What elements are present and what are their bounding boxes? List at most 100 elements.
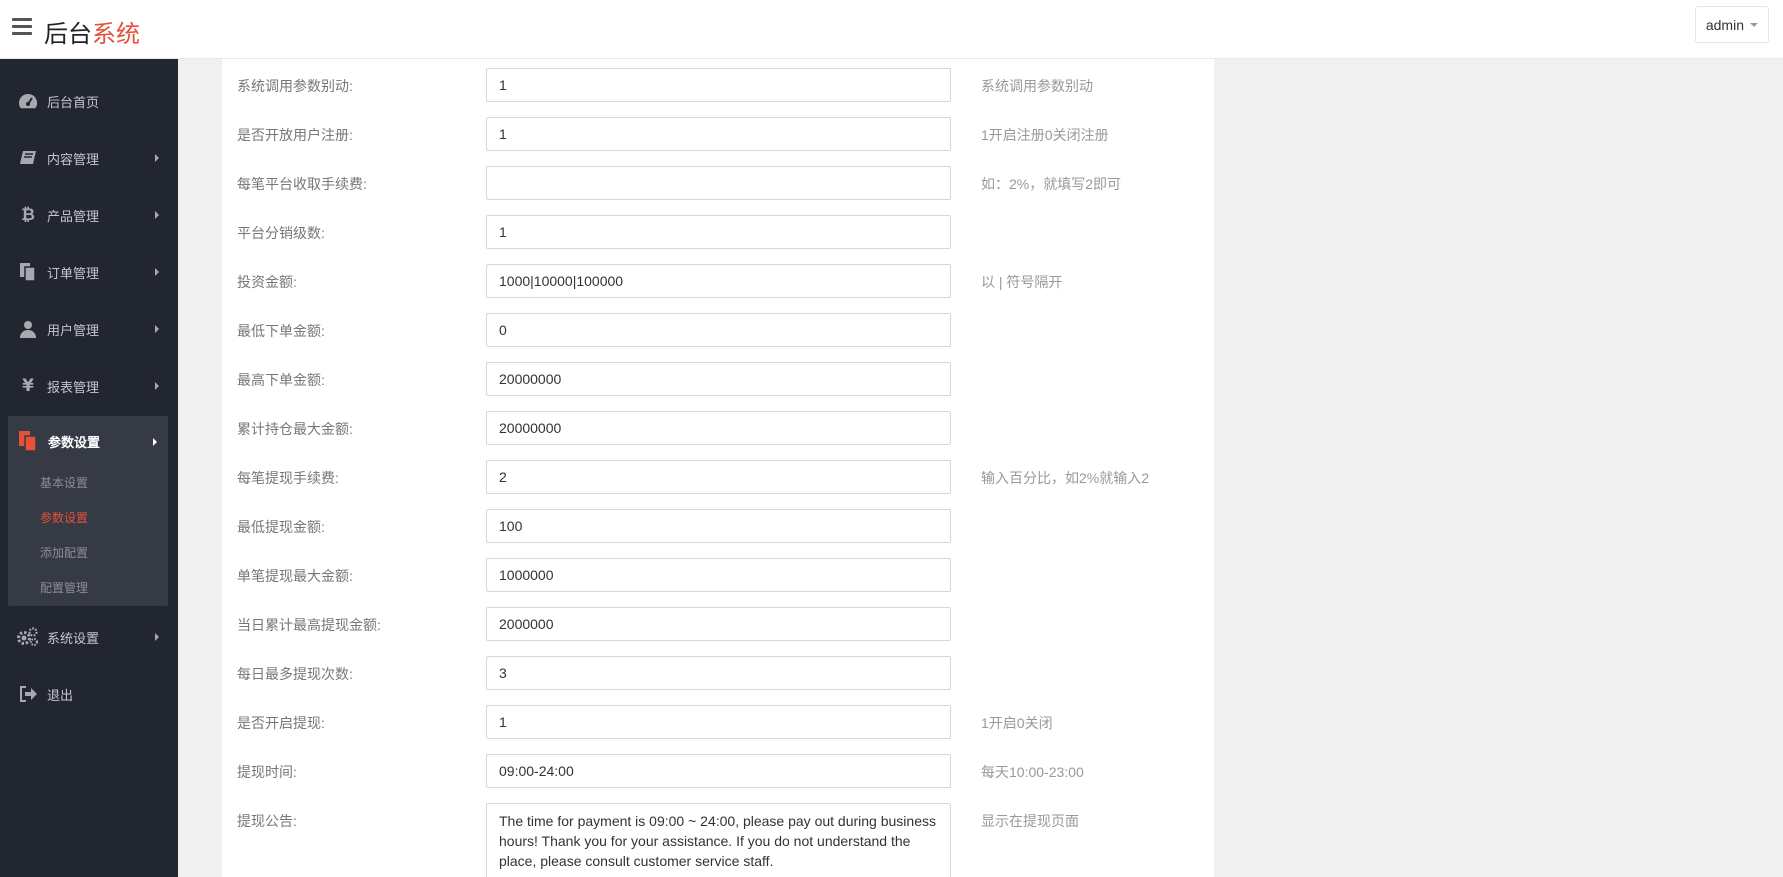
sidebar-item-label: 系统设置 <box>47 630 100 646</box>
form-row: 每日最多提现次数: <box>222 656 1214 690</box>
field-hint: 1开启0关闭 <box>981 715 1053 731</box>
platform-fee-input[interactable] <box>486 166 951 200</box>
field-label: 提现公告: <box>237 813 297 829</box>
sidebar-item-label: 用户管理 <box>47 322 100 338</box>
sidebar-item-system-settings[interactable]: 系统设置 <box>0 612 178 662</box>
field-label: 最低提现金额: <box>237 519 325 535</box>
field-label: 累计持仓最大金额: <box>237 421 353 437</box>
form-row: 最低提现金额: <box>222 509 1214 543</box>
field-hint: 如：2%，就填写2即可 <box>981 176 1122 192</box>
min-order-amount-input[interactable] <box>486 313 951 347</box>
sidebar-subitem-config-management[interactable]: 配置管理 <box>8 571 168 606</box>
chevron-right-icon <box>153 438 157 446</box>
field-label: 提现时间: <box>237 764 297 780</box>
sidebar-item-content[interactable]: 内容管理 <box>0 133 178 183</box>
bitcoin-icon: ₿ <box>21 205 35 225</box>
form-row: 是否开放用户注册: 1开启注册0关闭注册 <box>222 117 1214 151</box>
sidebar-item-label: 订单管理 <box>47 265 100 281</box>
field-label: 是否开放用户注册: <box>237 127 353 143</box>
field-hint: 输入百分比，如2%就输入2 <box>981 470 1150 486</box>
max-position-amount-input[interactable] <box>486 411 951 445</box>
sidebar-group-parameters: 参数设置 基本设置 参数设置 添加配置 配置管理 <box>8 416 168 606</box>
field-label: 系统调用参数别动: <box>237 78 353 94</box>
sidebar-subitem-parameter-settings[interactable]: 参数设置 <box>8 501 168 536</box>
system-param-input[interactable] <box>486 68 951 102</box>
copy-icon <box>17 262 39 282</box>
daily-withdrawal-count-input[interactable] <box>486 656 951 690</box>
field-label: 平台分销级数: <box>237 225 325 241</box>
withdrawal-fee-input[interactable] <box>486 460 951 494</box>
field-hint: 显示在提现页面 <box>981 813 1079 829</box>
open-registration-input[interactable] <box>486 117 951 151</box>
sidebar: 后台首页 内容管理 ₿ 产品管理 订单管理 用户管理 ¥ 报表管理 参数设置 基… <box>0 59 178 877</box>
user-menu-button[interactable]: admin <box>1694 6 1769 43</box>
field-hint: 每天10:00-23:00 <box>981 764 1084 780</box>
chevron-right-icon <box>155 633 159 641</box>
field-label: 投资金额: <box>237 274 297 290</box>
daily-max-withdrawal-input[interactable] <box>486 607 951 641</box>
form-row: 当日累计最高提现金额: <box>222 607 1214 641</box>
field-label: 是否开启提现: <box>237 715 325 731</box>
field-label: 每笔平台收取手续费: <box>237 176 367 192</box>
dashboard-icon <box>17 91 39 111</box>
enable-withdrawal-input[interactable] <box>486 705 951 739</box>
user-icon <box>17 319 39 339</box>
chevron-right-icon <box>155 211 159 219</box>
field-label: 每笔提现手续费: <box>237 470 339 486</box>
menu-icon[interactable] <box>12 18 32 36</box>
min-withdrawal-input[interactable] <box>486 509 951 543</box>
brand-text-primary: 后台 <box>44 20 92 48</box>
chevron-right-icon <box>155 268 159 276</box>
field-hint: 系统调用参数别动 <box>981 78 1093 94</box>
sidebar-item-users[interactable]: 用户管理 <box>0 304 178 354</box>
investment-amount-input[interactable] <box>486 264 951 298</box>
form-row: 平台分销级数: <box>222 215 1214 249</box>
chevron-down-icon <box>1750 22 1758 27</box>
sidebar-item-label: 报表管理 <box>47 379 100 395</box>
sidebar-item-parameters[interactable]: 参数设置 <box>8 416 168 466</box>
cogs-icon <box>17 627 39 647</box>
chevron-right-icon <box>155 154 159 162</box>
field-hint: 1开启注册0关闭注册 <box>981 127 1109 143</box>
max-single-withdrawal-input[interactable] <box>486 558 951 592</box>
sidebar-item-label: 后台首页 <box>47 94 100 110</box>
settings-form-panel: 系统调用参数别动: 系统调用参数别动 是否开放用户注册: 1开启注册0关闭注册 … <box>222 59 1214 877</box>
field-label: 每日最多提现次数: <box>237 666 353 682</box>
sidebar-group-label: 参数设置 <box>48 434 101 450</box>
max-order-amount-input[interactable] <box>486 362 951 396</box>
field-hint: 以 | 符号隔开 <box>981 274 1063 290</box>
form-row: 是否开启提现: 1开启0关闭 <box>222 705 1214 739</box>
sidebar-item-orders[interactable]: 订单管理 <box>0 247 178 297</box>
field-label: 最低下单金额: <box>237 323 325 339</box>
sidebar-subitem-basic-settings[interactable]: 基本设置 <box>8 466 168 501</box>
top-header: 后台系统 admin <box>0 0 1783 59</box>
sidebar-item-logout[interactable]: 退出 <box>0 669 178 719</box>
sidebar-item-dashboard[interactable]: 后台首页 <box>0 76 178 126</box>
sidebar-subitem-add-config[interactable]: 添加配置 <box>8 536 168 571</box>
chevron-right-icon <box>155 325 159 333</box>
sidebar-item-label: 内容管理 <box>47 151 100 167</box>
form-row: 投资金额: 以 | 符号隔开 <box>222 264 1214 298</box>
field-label: 当日累计最高提现金额: <box>237 617 381 633</box>
sidebar-item-label: 退出 <box>47 687 74 703</box>
sidebar-item-reports[interactable]: ¥ 报表管理 <box>0 361 178 411</box>
distribution-levels-input[interactable] <box>486 215 951 249</box>
yen-icon: ¥ <box>22 376 34 396</box>
withdrawal-notice-textarea[interactable]: The time for payment is 09:00 ~ 24:00, p… <box>486 803 951 877</box>
field-label: 单笔提现最大金额: <box>237 568 353 584</box>
sidebar-item-products[interactable]: ₿ 产品管理 <box>0 190 178 240</box>
form-row: 每笔平台收取手续费: 如：2%，就填写2即可 <box>222 166 1214 200</box>
sign-out-icon <box>17 684 39 704</box>
field-label: 最高下单金额: <box>237 372 325 388</box>
withdrawal-time-input[interactable] <box>486 754 951 788</box>
user-menu-label: admin <box>1705 16 1744 33</box>
form-row: 提现公告: The time for payment is 09:00 ~ 24… <box>222 803 1214 877</box>
form-row: 系统调用参数别动: 系统调用参数别动 <box>222 68 1214 102</box>
brand-logo[interactable]: 后台系统 <box>44 14 140 49</box>
brand-text-accent: 系统 <box>92 20 140 48</box>
chevron-right-icon <box>155 382 159 390</box>
form-row: 最高下单金额: <box>222 362 1214 396</box>
book-icon <box>17 148 39 168</box>
form-row: 最低下单金额: <box>222 313 1214 347</box>
copy-icon <box>18 430 40 452</box>
